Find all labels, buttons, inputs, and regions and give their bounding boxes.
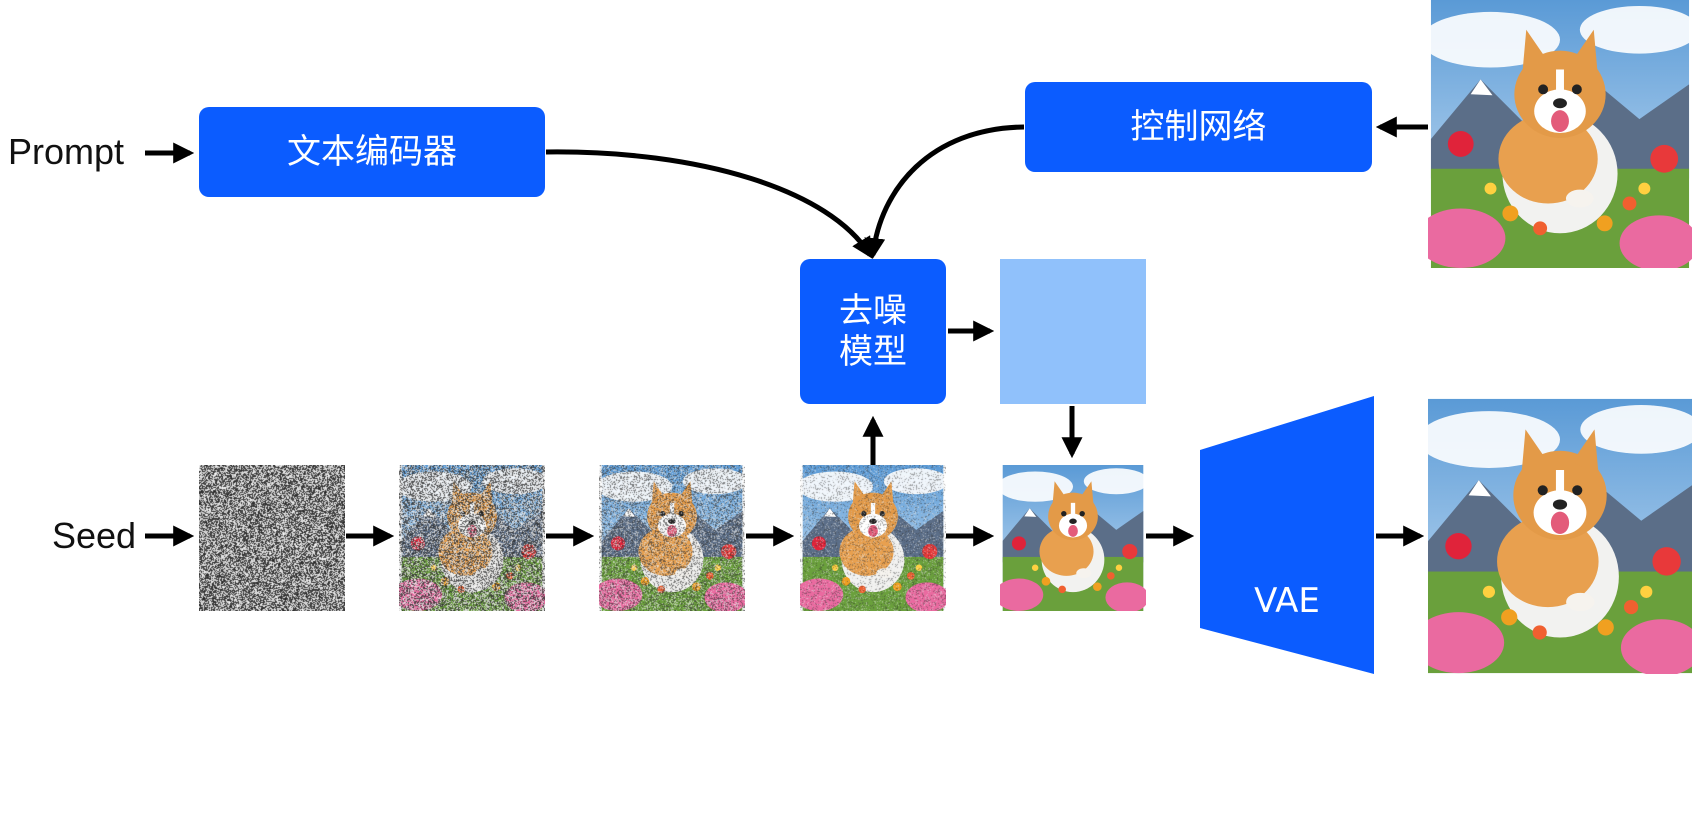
control-image [1428, 0, 1692, 268]
diffusion-pipeline-diagram: Prompt Seed 文本编码器 控制网络 去噪 模型 VAE 解码器 [0, 0, 1692, 749]
vae-decoder-label-line2: 解码器 [1236, 708, 1338, 749]
denoise-step-2-image [399, 465, 545, 611]
control-net-box: 控制网络 [1025, 82, 1372, 172]
latent-square [1000, 259, 1146, 404]
output-image [1428, 398, 1692, 674]
denoise-step-1-image [199, 465, 345, 611]
arrow-controlnet-to-denoise [864, 124, 1025, 260]
denoise-step-3-image [599, 465, 745, 611]
prompt-label: Prompt [8, 131, 125, 172]
arrow-encoder-to-denoise [545, 149, 873, 259]
denoise-step-5-image [1000, 465, 1146, 611]
denoise-model-box: 去噪 模型 [800, 259, 946, 404]
text-encoder-box: 文本编码器 [199, 107, 545, 197]
text-encoder-label: 文本编码器 [287, 131, 457, 172]
seed-label: Seed [52, 515, 137, 556]
control-net-label: 控制网络 [1130, 106, 1267, 147]
denoise-model-label-line1: 去噪 [839, 290, 907, 331]
denoise-model-label-line2: 模型 [839, 331, 907, 372]
denoise-step-4-image [800, 465, 946, 611]
vae-decoder-label: VAE 解码器 [1200, 495, 1374, 835]
vae-decoder-label-line1: VAE [1254, 581, 1320, 621]
